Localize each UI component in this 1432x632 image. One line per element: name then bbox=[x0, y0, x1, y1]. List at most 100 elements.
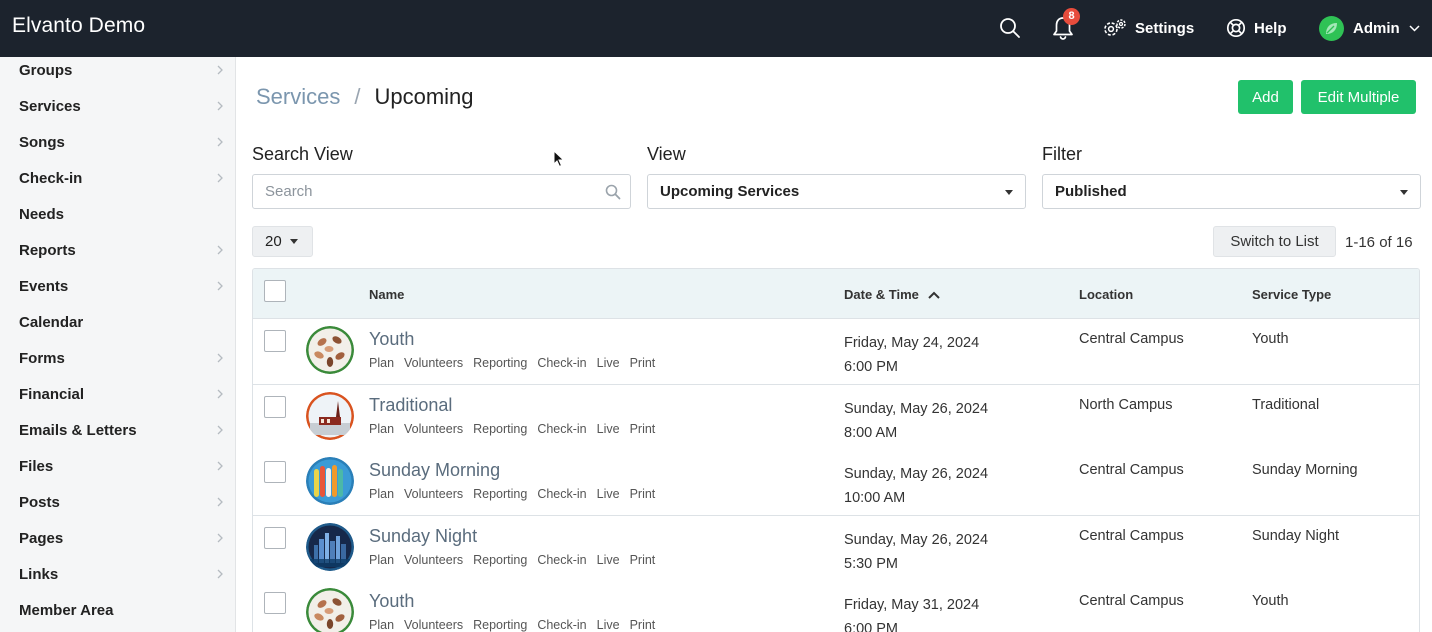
filter-select-value: Published bbox=[1055, 183, 1127, 200]
service-avatar[interactable] bbox=[306, 391, 354, 440]
service-link-print[interactable]: Print bbox=[630, 553, 656, 567]
service-link-live[interactable]: Live bbox=[597, 356, 620, 370]
service-name-link[interactable]: Sunday Morning bbox=[369, 460, 500, 481]
row-checkbox[interactable] bbox=[264, 461, 286, 483]
table-row[interactable]: Sunday Morning Plan Volunteers Reporting Che… bbox=[253, 450, 1419, 516]
service-link-live[interactable]: Live bbox=[597, 553, 620, 567]
sidebar-item[interactable]: Financial bbox=[0, 376, 235, 412]
breadcrumb-services-link[interactable]: Services bbox=[256, 84, 340, 110]
sidebar-item[interactable]: Forms bbox=[0, 340, 235, 376]
table-row[interactable]: Traditional Plan Volunteers Reporting Check-… bbox=[253, 384, 1419, 451]
service-link-volunteers[interactable]: Volunteers bbox=[404, 422, 463, 436]
row-checkbox[interactable] bbox=[264, 592, 286, 614]
service-link-plan[interactable]: Plan bbox=[369, 618, 394, 632]
service-avatar[interactable] bbox=[306, 588, 354, 632]
service-name-link[interactable]: Youth bbox=[369, 591, 414, 612]
service-name-link[interactable]: Youth bbox=[369, 329, 414, 350]
edit-multiple-button[interactable]: Edit Multiple bbox=[1301, 80, 1416, 114]
service-link-print[interactable]: Print bbox=[630, 356, 656, 370]
search-icon[interactable] bbox=[605, 184, 621, 200]
help-menu[interactable]: Help bbox=[1226, 14, 1287, 42]
filter-select[interactable]: Published bbox=[1042, 174, 1421, 209]
service-link-check-in[interactable]: Check-in bbox=[537, 618, 586, 632]
service-link-reporting[interactable]: Reporting bbox=[473, 422, 527, 436]
add-button[interactable]: Add bbox=[1238, 80, 1293, 114]
row-checkbox[interactable] bbox=[264, 330, 286, 352]
app-brand[interactable]: Elvanto Demo bbox=[12, 14, 145, 38]
breadcrumb-separator: / bbox=[354, 84, 361, 109]
service-link-volunteers[interactable]: Volunteers bbox=[404, 356, 463, 370]
service-link-live[interactable]: Live bbox=[597, 618, 620, 632]
admin-label: Admin bbox=[1353, 19, 1400, 37]
service-link-live[interactable]: Live bbox=[597, 422, 620, 436]
column-header-datetime[interactable]: Date & Time bbox=[844, 287, 940, 302]
service-link-live[interactable]: Live bbox=[597, 487, 620, 501]
service-datetime: Friday, May 31, 2024 6:00 PM bbox=[844, 593, 979, 632]
column-header-service-type[interactable]: Service Type bbox=[1252, 287, 1331, 302]
sidebar-item[interactable]: Member Area bbox=[0, 592, 235, 628]
search-input[interactable] bbox=[253, 175, 573, 208]
service-link-reporting[interactable]: Reporting bbox=[473, 487, 527, 501]
settings-menu[interactable]: Settings bbox=[1102, 14, 1194, 42]
row-checkbox[interactable] bbox=[264, 526, 286, 549]
service-link-print[interactable]: Print bbox=[630, 422, 656, 436]
service-link-check-in[interactable]: Check-in bbox=[537, 553, 586, 567]
admin-menu[interactable]: Admin bbox=[1319, 14, 1420, 42]
chevron-right-icon bbox=[217, 389, 223, 399]
service-name-link[interactable]: Sunday Night bbox=[369, 526, 477, 547]
sidebar-item[interactable]: Emails & Letters bbox=[0, 412, 235, 448]
sidebar-item[interactable]: Posts bbox=[0, 484, 235, 520]
service-link-check-in[interactable]: Check-in bbox=[537, 487, 586, 501]
sidebar-item[interactable]: Reports bbox=[0, 232, 235, 268]
service-link-check-in[interactable]: Check-in bbox=[537, 422, 586, 436]
chevron-down-icon bbox=[1409, 24, 1420, 32]
service-link-print[interactable]: Print bbox=[630, 487, 656, 501]
per-page-dropdown[interactable]: 20 bbox=[252, 226, 313, 257]
search-icon[interactable] bbox=[998, 16, 1022, 40]
sidebar-item[interactable]: Services bbox=[0, 88, 235, 124]
notification-badge: 8 bbox=[1063, 8, 1080, 25]
sidebar-item[interactable]: Songs bbox=[0, 124, 235, 160]
sidebar-item[interactable]: Groups bbox=[0, 57, 235, 88]
service-link-volunteers[interactable]: Volunteers bbox=[404, 618, 463, 632]
column-header-location[interactable]: Location bbox=[1079, 287, 1133, 302]
sidebar-item[interactable]: Needs bbox=[0, 196, 235, 232]
sidebar-item[interactable]: Calendar bbox=[0, 304, 235, 340]
service-avatar[interactable] bbox=[306, 326, 354, 374]
service-avatar[interactable] bbox=[306, 522, 354, 571]
column-header-name[interactable]: Name bbox=[369, 287, 404, 302]
view-select[interactable]: Upcoming Services bbox=[647, 174, 1026, 209]
table-row[interactable]: Youth Plan Volunteers Reporting Check-in Live… bbox=[253, 581, 1419, 632]
sidebar-item[interactable]: Events bbox=[0, 268, 235, 304]
sidebar-item-label: Pages bbox=[19, 529, 64, 547]
service-action-links: Plan Volunteers Reporting Check-in Live Print bbox=[369, 553, 655, 567]
sidebar-item-label: Services bbox=[19, 97, 81, 115]
top-navbar: Elvanto Demo 8 Settings Help Admin bbox=[0, 0, 1432, 57]
service-avatar[interactable] bbox=[306, 457, 354, 505]
service-link-check-in[interactable]: Check-in bbox=[537, 356, 586, 370]
sidebar-item[interactable]: Files bbox=[0, 448, 235, 484]
lifebuoy-icon bbox=[1226, 18, 1246, 38]
service-link-reporting[interactable]: Reporting bbox=[473, 553, 527, 567]
service-link-volunteers[interactable]: Volunteers bbox=[404, 487, 463, 501]
service-link-print[interactable]: Print bbox=[630, 618, 656, 632]
service-link-reporting[interactable]: Reporting bbox=[473, 618, 527, 632]
page-title: Upcoming bbox=[374, 84, 474, 109]
table-row[interactable]: Sunday Night Plan Volunteers Reporting Check… bbox=[253, 515, 1419, 582]
service-link-plan[interactable]: Plan bbox=[369, 553, 394, 567]
sidebar-item[interactable]: Links bbox=[0, 556, 235, 592]
service-link-plan[interactable]: Plan bbox=[369, 422, 394, 436]
switch-to-list-button[interactable]: Switch to List bbox=[1213, 226, 1336, 257]
service-link-plan[interactable]: Plan bbox=[369, 487, 394, 501]
result-count: 1-16 of 16 bbox=[1345, 234, 1413, 251]
service-link-reporting[interactable]: Reporting bbox=[473, 356, 527, 370]
service-link-volunteers[interactable]: Volunteers bbox=[404, 553, 463, 567]
service-time: 6:00 PM bbox=[844, 359, 898, 375]
select-all-checkbox[interactable] bbox=[264, 280, 286, 302]
service-name-link[interactable]: Traditional bbox=[369, 395, 452, 416]
service-link-plan[interactable]: Plan bbox=[369, 356, 394, 370]
sidebar-item[interactable]: Pages bbox=[0, 520, 235, 556]
row-checkbox[interactable] bbox=[264, 395, 286, 418]
table-row[interactable]: Youth Plan Volunteers Reporting Check-in Live… bbox=[253, 319, 1419, 385]
sidebar-item[interactable]: Check-in bbox=[0, 160, 235, 196]
